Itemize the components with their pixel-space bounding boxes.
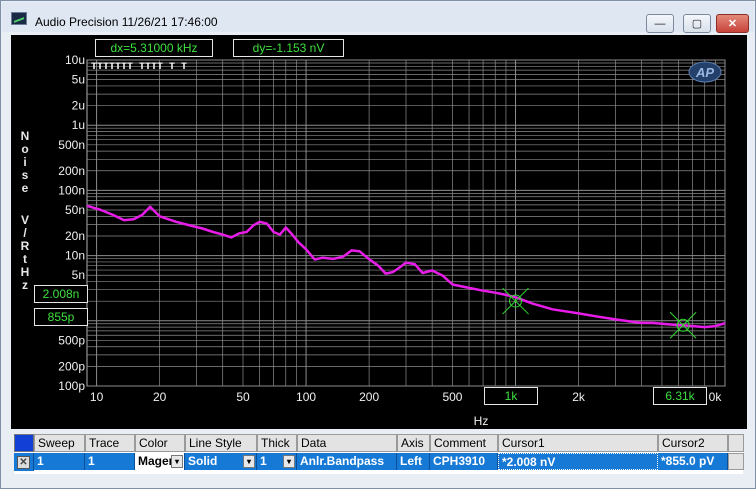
- cell-thick-value: 1: [260, 454, 267, 468]
- cell-line-style[interactable]: Solid ▾: [185, 453, 257, 470]
- x-tick-label: 50: [236, 390, 250, 404]
- y-axis-label-char: N: [20, 129, 30, 143]
- y-tick-label: 2u: [72, 99, 85, 113]
- graph-panel[interactable]: 10u 5u 2u 1u 500n 200n 100n 50n 20n 10n 5n 500p 200p…: [11, 35, 747, 429]
- cell-sweep[interactable]: 1: [34, 453, 85, 470]
- y-tick-label: 100p: [58, 379, 85, 393]
- header-data[interactable]: Data: [297, 434, 397, 452]
- y-axis-label-char: t: [23, 252, 27, 266]
- chevron-down-icon[interactable]: ▾: [171, 455, 183, 468]
- y-tick-label: 200p: [58, 359, 85, 373]
- chevron-down-icon[interactable]: ▾: [283, 455, 295, 468]
- y-tick-label: 200n: [58, 164, 85, 178]
- cell-thick[interactable]: 1 ▾: [257, 453, 297, 470]
- y-axis-label-char: /: [23, 226, 27, 240]
- app-window: Audio Precision 11/26/21 17:46:00 — ▢ ✕ …: [0, 0, 756, 489]
- y-tick-label: 5u: [72, 73, 85, 87]
- y-tick-label: 20n: [65, 229, 85, 243]
- cell-axis[interactable]: Left: [397, 453, 430, 470]
- y-tick-label: 50n: [65, 203, 85, 217]
- header-thick[interactable]: Thick: [257, 434, 297, 452]
- y-tick-label: 10u: [65, 53, 85, 67]
- y-axis-label-char: V: [20, 213, 29, 227]
- cell-cursor2[interactable]: *855.0 pV: [658, 453, 728, 470]
- cell-color-value: Mager: [138, 454, 174, 468]
- cell-line-style-value: Solid: [188, 454, 218, 468]
- x-tick-label: 200: [359, 390, 379, 404]
- table-header-row: Sweep Trace Color Line Style Thick Data …: [14, 434, 744, 452]
- select-all-corner[interactable]: [14, 434, 34, 452]
- close-icon[interactable]: ✕: [17, 455, 30, 469]
- maximize-button[interactable]: ▢: [683, 14, 711, 33]
- row-scroll-spacer: [728, 453, 744, 470]
- header-axis[interactable]: Axis: [397, 434, 430, 452]
- ap-logo-text: AP: [695, 65, 714, 80]
- cursor1-y-readout[interactable]: 2.008n: [34, 285, 88, 303]
- cell-color[interactable]: Mager ▾: [135, 453, 185, 470]
- title-bar[interactable]: Audio Precision 11/26/21 17:46:00 — ▢ ✕: [2, 2, 754, 33]
- header-line-style[interactable]: Line Style: [185, 434, 257, 452]
- cell-comment[interactable]: CPH3910: [430, 453, 498, 470]
- cursor2-y-readout[interactable]: 855p: [34, 308, 88, 326]
- cell-cursor1[interactable]: *2.008 nV: [498, 453, 658, 470]
- sweep-markers: TTTTTTT TTTT T T: [91, 62, 187, 73]
- header-comment[interactable]: Comment: [430, 434, 498, 452]
- y-axis-label-char: o: [21, 142, 29, 156]
- close-button[interactable]: ✕: [716, 14, 749, 33]
- y-axis-label-char: H: [20, 265, 30, 279]
- x-tick-label: 10: [90, 390, 104, 404]
- dx-readout: dx=5.31000 kHz: [95, 39, 213, 57]
- y-tick-label: 1u: [72, 118, 85, 132]
- header-scroll-spacer: [728, 434, 744, 452]
- cell-trace[interactable]: 1: [85, 453, 135, 470]
- cursor1-x-readout[interactable]: 1k: [484, 387, 538, 405]
- header-color[interactable]: Color: [135, 434, 185, 452]
- y-axis-label-char: z: [22, 278, 28, 292]
- y-axis-label-char: s: [21, 168, 29, 182]
- audio-precision-app-icon: [11, 12, 27, 25]
- header-cursor2[interactable]: Cursor2: [658, 434, 728, 452]
- minimize-button[interactable]: —: [646, 14, 674, 33]
- trace-table[interactable]: Sweep Trace Color Line Style Thick Data …: [14, 434, 744, 474]
- x-tick-label: 500: [442, 390, 462, 404]
- header-sweep[interactable]: Sweep: [34, 434, 85, 452]
- header-cursor1[interactable]: Cursor1: [498, 434, 658, 452]
- x-tick-label: 0k: [709, 390, 723, 404]
- dy-readout: dy=-1.153 nV: [233, 39, 344, 57]
- table-row[interactable]: ✕ 1 1 Mager ▾ Solid ▾ 1 ▾ Anlr.Bandpass Lef…: [14, 453, 744, 471]
- row-delete-checkbox[interactable]: ✕: [14, 453, 34, 471]
- x-tick-label: 2k: [572, 390, 586, 404]
- window-title: Audio Precision 11/26/21 17:46:00: [35, 15, 218, 29]
- y-tick-label: 500p: [58, 333, 85, 347]
- chevron-down-icon[interactable]: ▾: [243, 455, 255, 468]
- y-tick-label: 10n: [65, 249, 85, 263]
- y-tick-label: 5n: [72, 268, 85, 282]
- cursor2-x-readout[interactable]: 6.31k: [653, 387, 707, 405]
- x-axis-label: Hz: [474, 414, 489, 428]
- y-axis-label-char: R: [20, 239, 30, 253]
- x-tick-label: 20: [153, 390, 167, 404]
- cell-data[interactable]: Anlr.Bandpass: [297, 453, 397, 470]
- header-trace[interactable]: Trace: [85, 434, 135, 452]
- y-axis-label-char: i: [23, 155, 27, 169]
- y-tick-label: 100n: [58, 183, 85, 197]
- y-axis-label-char: e: [21, 181, 29, 195]
- y-tick-label: 500n: [58, 138, 85, 152]
- x-tick-label: 100: [296, 390, 316, 404]
- noise-chart[interactable]: 10u 5u 2u 1u 500n 200n 100n 50n 20n 10n 5n 500p 200p…: [11, 35, 747, 429]
